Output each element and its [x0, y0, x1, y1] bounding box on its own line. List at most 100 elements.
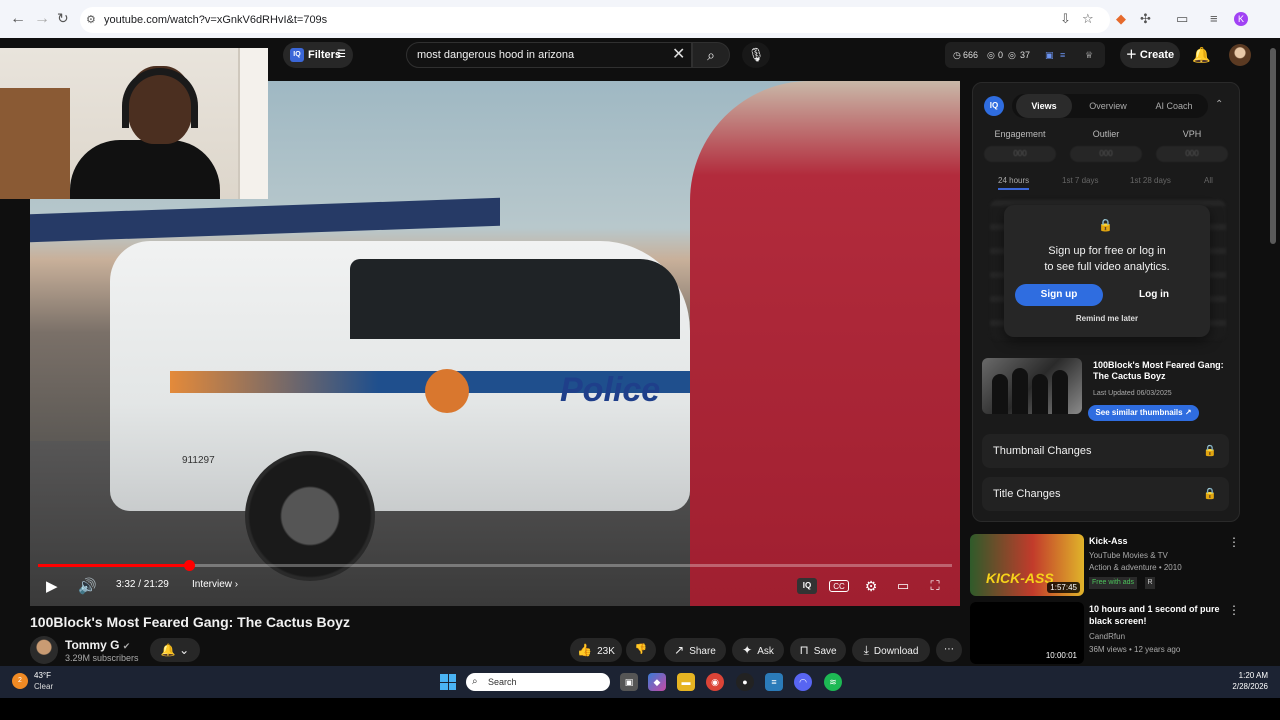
rec-more-icon[interactable]: ⋮ — [1228, 535, 1240, 549]
page-scrollbar[interactable] — [1270, 48, 1276, 244]
settings-gear-icon[interactable]: ⚙ — [861, 578, 881, 594]
signup-button[interactable]: Sign up — [1015, 284, 1103, 306]
weather-temperature: 43°F — [34, 671, 51, 680]
copilot-icon[interactable]: ◆ — [648, 673, 666, 691]
range-7-days[interactable]: 1st 7 days — [1062, 176, 1098, 185]
search-button[interactable]: ⌕ — [692, 42, 730, 68]
range-all[interactable]: All — [1204, 176, 1213, 185]
share-button[interactable]: ↗ Share — [664, 638, 726, 662]
windows-start-icon[interactable] — [440, 674, 456, 690]
file-explorer-icon[interactable]: ▬ — [677, 673, 695, 691]
theater-mode-icon[interactable]: ▭ — [893, 578, 913, 594]
subscription-bell-button[interactable]: 🔔 ⌄ — [150, 638, 200, 662]
clear-search-icon[interactable]: ✕ — [672, 44, 685, 64]
download-icon: ⤓ — [863, 643, 869, 657]
captions-icon[interactable]: CC — [829, 580, 849, 592]
cast-icon[interactable]: ▭ — [1176, 11, 1188, 27]
title-changes-row[interactable]: Title Changes 🔒 — [982, 477, 1229, 511]
create-button[interactable]: ＋ Create — [1120, 42, 1180, 68]
media-controls-icon[interactable]: ≡ — [1210, 11, 1218, 26]
filters-button[interactable]: IQ Filters ☰ — [283, 42, 353, 68]
chapter-button[interactable]: Interview › — [192, 579, 238, 590]
site-info-icon[interactable]: ⚙ — [86, 7, 96, 33]
like-button[interactable]: 👍 23K — [570, 638, 622, 662]
bookmark-star-icon[interactable]: ☆ — [1082, 11, 1094, 27]
volume-icon[interactable]: 🔊 — [78, 577, 97, 595]
thumbs-up-icon: 👍 — [577, 643, 593, 657]
tab-ai-coach[interactable]: AI Coach — [1144, 94, 1204, 118]
download-button[interactable]: ⤓ Download — [852, 638, 930, 662]
notifications-bell-icon[interactable]: 🔔 — [1192, 46, 1211, 64]
trophy-icon[interactable]: ♕ — [1085, 42, 1093, 68]
iq-stats-icon[interactable]: ▣ — [1045, 42, 1054, 68]
rec-thumbnail[interactable]: KICK-ASS 1:57:45 — [970, 534, 1084, 596]
search-input[interactable]: most dangerous hood in arizona — [406, 42, 692, 68]
verified-icon: ✔ — [122, 641, 131, 651]
video-stats-pill[interactable]: ◷ 666 ◎ 0 ◎ 37 ▣ ≡ ♕ — [945, 42, 1105, 68]
thumbnail-video-title: 100Block's Most Feared Gang: The Cactus … — [1093, 360, 1224, 381]
account-avatar[interactable] — [1229, 44, 1251, 66]
video-frame-unit-number: 911297 — [182, 455, 215, 466]
iq-player-icon[interactable]: IQ — [797, 578, 817, 594]
plus-icon: ＋ — [1125, 49, 1140, 61]
ask-button[interactable]: ✦ Ask — [732, 638, 784, 662]
tab-views[interactable]: Views — [1016, 94, 1072, 118]
free-with-ads-badge: Free with ads — [1089, 577, 1138, 589]
task-view-icon[interactable]: ▣ — [620, 673, 638, 691]
save-button[interactable]: ⊓ Save — [790, 638, 846, 662]
list-icon[interactable]: ≡ — [1060, 42, 1065, 68]
spotify-icon[interactable]: ≋ — [824, 673, 842, 691]
ask-label: Ask — [757, 646, 774, 657]
range-28-days[interactable]: 1st 28 days — [1130, 176, 1171, 185]
chapter-label: Interview — [192, 579, 233, 590]
taskbar-search[interactable]: ⌕ Search — [466, 673, 610, 691]
chevron-down-icon: ⌄ — [179, 643, 190, 657]
rec-title[interactable]: 10 hours and 1 second of pure black scre… — [1089, 603, 1224, 627]
video-title: 100Block's Most Feared Gang: The Cactus … — [30, 614, 350, 630]
address-bar[interactable]: ⚙ youtube.com/watch?v=xGnkV6dRHvI&t=709s — [80, 7, 1110, 33]
webcam-overlay — [0, 48, 268, 199]
fullscreen-icon[interactable]: ⛶ — [925, 578, 945, 594]
tab-overview[interactable]: Overview — [1080, 94, 1136, 118]
rec-more-icon[interactable]: ⋮ — [1228, 603, 1240, 617]
rec-title[interactable]: Kick-Ass — [1089, 535, 1224, 547]
voice-search-button[interactable]: 🎙 — [742, 42, 770, 68]
weather-icon[interactable]: 2 — [12, 673, 28, 689]
channel-avatar[interactable] — [30, 636, 58, 664]
channel-name[interactable]: Tommy G ✔ — [65, 638, 130, 652]
taskbar-search-placeholder: Search — [488, 677, 517, 687]
install-app-icon[interactable]: ⇩ — [1060, 11, 1071, 27]
forward-arrow-icon[interactable]: → — [34, 10, 50, 28]
collapse-chevron-icon[interactable]: ⌃ — [1215, 99, 1223, 110]
see-similar-thumbnails-button[interactable]: See similar thumbnails ↗ — [1088, 405, 1199, 421]
lock-icon: 🔒 — [1098, 218, 1113, 232]
notepad-icon[interactable]: ≡ — [765, 673, 783, 691]
discord-icon[interactable]: ◠ — [794, 673, 812, 691]
rec-thumbnail[interactable]: 10:00:01 — [970, 602, 1084, 664]
remind-later-link[interactable]: Remind me later — [1004, 314, 1210, 323]
obs-icon[interactable]: ● — [736, 673, 754, 691]
like-count: 23K — [597, 646, 615, 657]
dislike-button[interactable]: 👎 — [626, 638, 656, 662]
progress-scrubber[interactable] — [183, 560, 195, 571]
back-arrow-icon[interactable]: ← — [10, 10, 26, 28]
search-icon: ⌕ — [472, 676, 478, 687]
webcam-door — [238, 48, 268, 199]
extension-icon[interactable]: ◆ — [1116, 11, 1126, 27]
extensions-puzzle-icon[interactable]: ✣ — [1140, 11, 1151, 27]
lock-icon: 🔒 — [1203, 445, 1217, 457]
chrome-icon[interactable]: ◉ — [706, 673, 724, 691]
thumbnail-changes-row[interactable]: Thumbnail Changes 🔒 — [982, 434, 1229, 468]
range-24-hours[interactable]: 24 hours — [998, 176, 1030, 190]
more-actions-button[interactable]: ⋯ — [936, 638, 962, 662]
profile-avatar[interactable]: K — [1234, 12, 1248, 26]
play-icon[interactable]: ▶ — [46, 577, 58, 595]
taskbar-time: 1:20 AM — [1238, 671, 1268, 680]
taskbar-date: 2/28/2026 — [1232, 682, 1268, 691]
login-button[interactable]: Log in — [1110, 284, 1198, 306]
vidiq-tabs: Views Overview AI Coach — [1012, 94, 1208, 118]
thumbs-down-icon: 👎 — [634, 644, 648, 655]
bell-icon: 🔔 — [160, 643, 176, 657]
reload-icon[interactable]: ↻ — [57, 10, 69, 27]
webcam-person-shirt — [70, 140, 220, 199]
